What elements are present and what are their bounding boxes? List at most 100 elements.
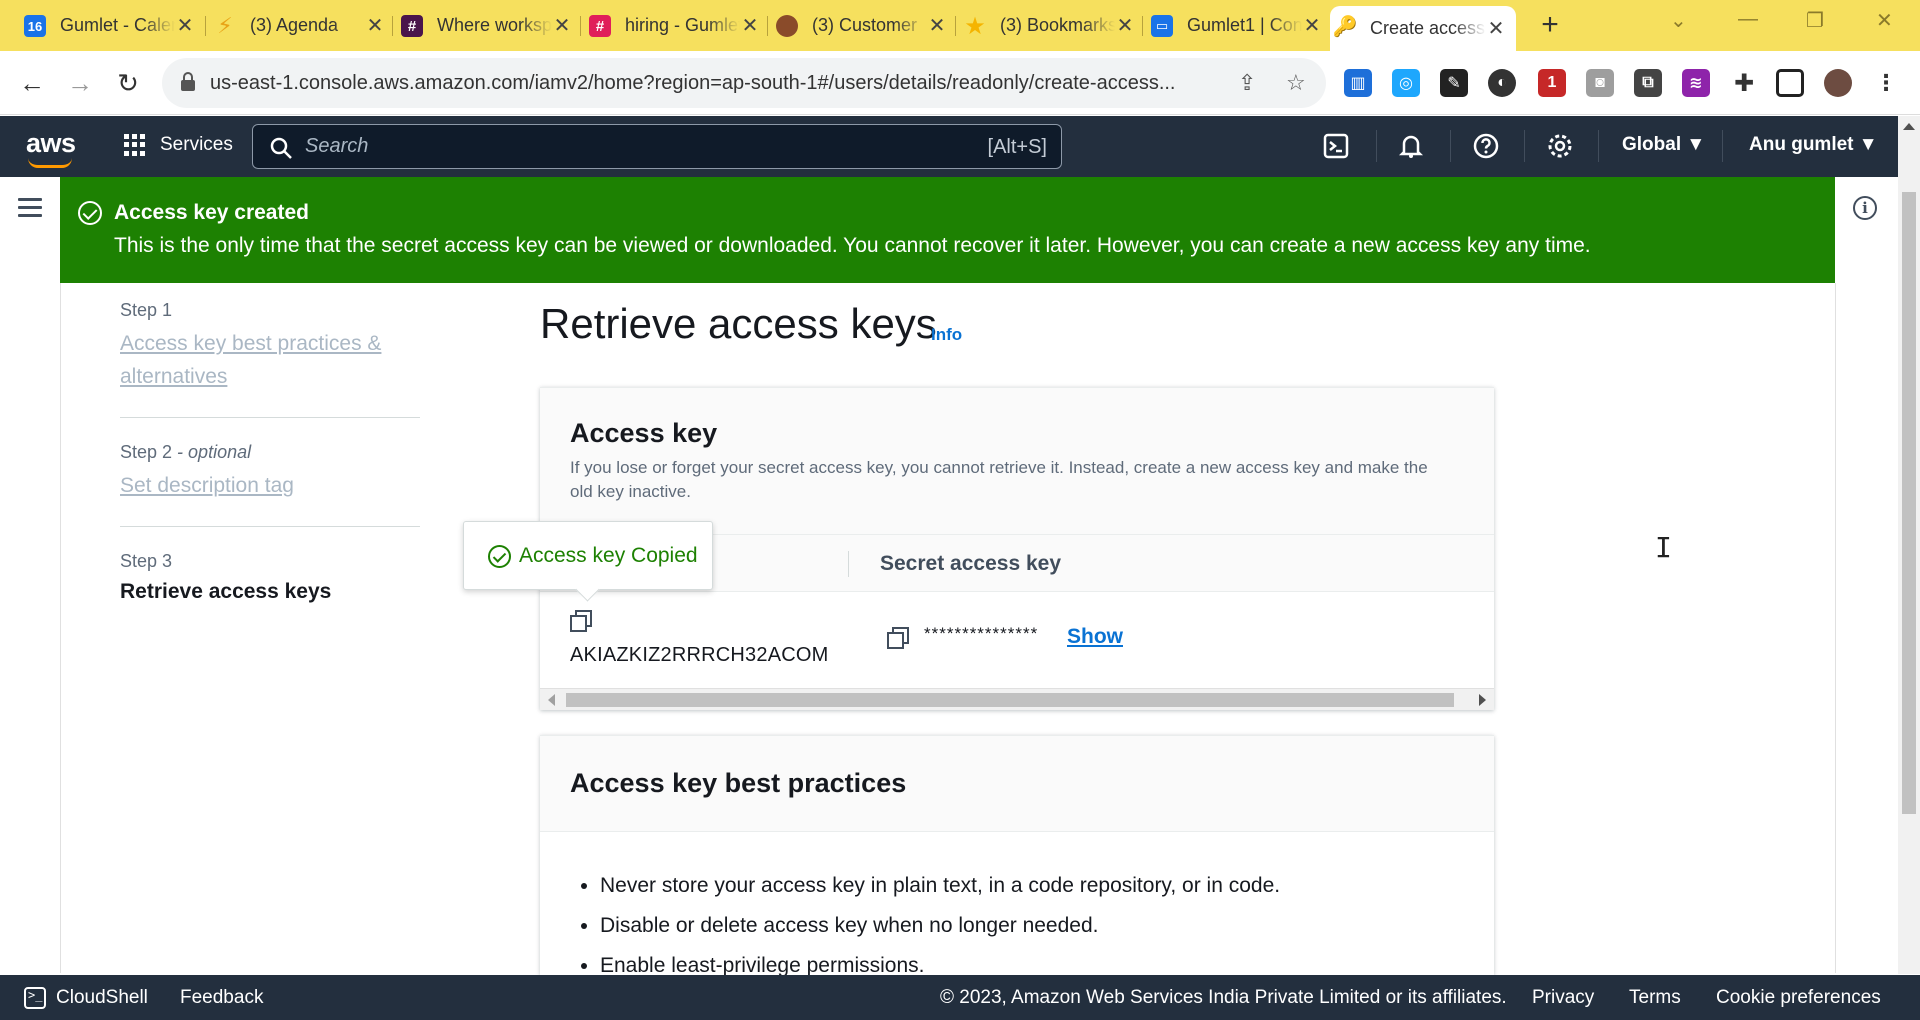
forward-icon[interactable]: → bbox=[64, 67, 96, 99]
step-label: Step 1 bbox=[120, 300, 173, 320]
text-cursor: I bbox=[1655, 531, 1672, 564]
success-flash-banner: Access key created This is the only time… bbox=[60, 177, 1835, 283]
column-header-secret: Secret access key bbox=[880, 552, 1061, 575]
close-icon[interactable]: ✕ bbox=[1115, 13, 1135, 38]
avatar-icon bbox=[776, 15, 798, 37]
show-secret-link[interactable]: Show bbox=[1067, 625, 1123, 649]
address-bar[interactable]: us-east-1.console.aws.amazon.com/iamv2/h… bbox=[162, 58, 1326, 108]
close-icon[interactable]: ✕ bbox=[365, 13, 385, 38]
menu-kebab-icon[interactable]: ⋮ bbox=[1872, 69, 1900, 97]
copyright-text: © 2023, Amazon Web Services India Privat… bbox=[940, 987, 1507, 1008]
step-2-link[interactable]: Set description tag bbox=[120, 469, 420, 502]
close-icon[interactable]: ✕ bbox=[175, 13, 195, 38]
search-shortcut: [Alt+S] bbox=[987, 136, 1047, 158]
new-tab-button[interactable]: + bbox=[1538, 8, 1562, 42]
check-circle-icon bbox=[78, 201, 102, 225]
terms-link[interactable]: Terms bbox=[1629, 987, 1681, 1009]
grid-icon bbox=[124, 134, 146, 156]
copy-icon[interactable] bbox=[887, 627, 909, 649]
tab-title: (3) Bookmarks bbox=[1000, 14, 1115, 35]
reload-icon[interactable]: ↻ bbox=[112, 67, 144, 99]
region-selector[interactable]: Global ▼ bbox=[1622, 134, 1705, 156]
tab-title: Create access key bbox=[1370, 18, 1486, 38]
step-label: Step 2 - optional bbox=[120, 442, 252, 462]
flash-title: Access key created bbox=[114, 201, 309, 224]
browser-tab[interactable]: # Where workspace ✕ bbox=[397, 6, 582, 44]
extension-icon[interactable]: ✎ bbox=[1440, 69, 1468, 97]
help-icon[interactable] bbox=[1472, 132, 1500, 160]
search-input[interactable]: Search [Alt+S] bbox=[252, 124, 1062, 169]
browser-tab[interactable]: ▭ Gumlet1 | Console ✕ bbox=[1147, 6, 1332, 44]
browser-tab[interactable]: ⚡ (3) Agenda ✕ bbox=[210, 6, 395, 44]
extension-icon[interactable]: ≋ bbox=[1682, 69, 1710, 97]
browser-tab-active[interactable]: 🔑 Create access key ✕ bbox=[1330, 6, 1516, 51]
chat-icon: ▭ bbox=[1151, 15, 1173, 37]
divider bbox=[60, 283, 61, 973]
browser-tab[interactable]: 16 Gumlet - Calendar ✕ bbox=[20, 6, 205, 44]
cloudshell-icon[interactable] bbox=[24, 987, 46, 1009]
close-icon[interactable]: ✕ bbox=[1302, 13, 1322, 38]
services-label: Services bbox=[160, 134, 233, 155]
extension-icon[interactable]: ▥ bbox=[1344, 69, 1372, 97]
aws-logo[interactable]: aws bbox=[26, 128, 76, 159]
best-practices-card: Access key best practices Never store yo… bbox=[540, 735, 1494, 977]
puzzle-icon[interactable]: ✚ bbox=[1730, 69, 1758, 97]
extension-icon[interactable]: ⧉ bbox=[1634, 69, 1662, 97]
browser-tab[interactable]: ★ (3) Bookmarks ✕ bbox=[960, 6, 1145, 44]
tab-title: Gumlet - Calendar bbox=[60, 14, 175, 35]
feedback-button[interactable]: Feedback bbox=[180, 987, 263, 1009]
bookmark-star-icon[interactable]: ☆ bbox=[1286, 70, 1306, 96]
gear-icon[interactable] bbox=[1546, 132, 1574, 160]
privacy-link[interactable]: Privacy bbox=[1532, 987, 1594, 1009]
camera-icon[interactable]: ◙ bbox=[1586, 69, 1614, 97]
slack-icon: # bbox=[589, 15, 611, 37]
aws-top-nav: aws Services Search [Alt+S] Global ▼ Anu… bbox=[0, 116, 1898, 177]
page-scrollbar[interactable] bbox=[1898, 116, 1920, 974]
copy-icon[interactable] bbox=[570, 610, 592, 632]
close-icon[interactable]: ✕ bbox=[740, 13, 760, 38]
profile-avatar[interactable] bbox=[1824, 69, 1852, 97]
close-icon[interactable]: ✕ bbox=[927, 13, 947, 38]
copied-popover: Access key Copied bbox=[463, 521, 713, 590]
popover-text: Access key Copied bbox=[519, 544, 698, 567]
tab-title: Where workspace bbox=[437, 14, 552, 35]
services-menu-button[interactable]: Services bbox=[124, 134, 233, 156]
browser-tab[interactable]: (3) Customer ✕ bbox=[772, 6, 957, 44]
cookie-preferences-link[interactable]: Cookie preferences bbox=[1716, 987, 1881, 1009]
tab-search-icon[interactable]: ⌄ bbox=[1670, 8, 1687, 33]
search-icon bbox=[270, 137, 292, 159]
restore-icon[interactable]: ❐ bbox=[1806, 8, 1824, 33]
key-icon: 🔑 bbox=[1332, 15, 1358, 38]
tab-title: (3) Agenda bbox=[250, 14, 339, 35]
side-panel-icon[interactable] bbox=[1776, 69, 1804, 97]
extension-icon[interactable]: ◎ bbox=[1392, 69, 1420, 97]
aws-smile-logo bbox=[28, 158, 72, 168]
side-nav-toggle[interactable] bbox=[18, 198, 42, 218]
cloudshell-button[interactable]: CloudShell bbox=[56, 987, 148, 1009]
tab-title: Gumlet1 | Console bbox=[1187, 14, 1302, 35]
cloudshell-icon[interactable] bbox=[1322, 132, 1350, 160]
tab-title: (3) Customer bbox=[812, 14, 918, 35]
extension-icon[interactable]: 1 bbox=[1538, 69, 1566, 97]
account-menu[interactable]: Anu gumlet ▼ bbox=[1749, 134, 1878, 156]
extension-icon[interactable]: ◐ bbox=[1488, 69, 1516, 97]
bolt-icon: ⚡ bbox=[217, 13, 233, 38]
secret-key-masked: *************** bbox=[924, 624, 1039, 643]
page-title: Retrieve access keys bbox=[540, 300, 937, 347]
minimize-icon[interactable]: — bbox=[1738, 8, 1758, 31]
close-icon[interactable]: ✕ bbox=[552, 13, 572, 38]
lock-icon[interactable] bbox=[180, 72, 196, 92]
window-close-icon[interactable]: ✕ bbox=[1876, 8, 1893, 33]
step-1-link[interactable]: Access key best practices & alternatives bbox=[120, 327, 420, 393]
bell-icon[interactable] bbox=[1397, 132, 1425, 160]
info-panel-icon[interactable]: i bbox=[1853, 196, 1877, 220]
close-icon[interactable]: ✕ bbox=[1486, 16, 1506, 41]
star-icon: ★ bbox=[964, 12, 986, 40]
url-text: us-east-1.console.aws.amazon.com/iamv2/h… bbox=[210, 71, 1176, 94]
access-key-id: AKIAZKIZ2RRRCH32ACOM bbox=[570, 644, 829, 666]
horizontal-scrollbar[interactable] bbox=[540, 688, 1494, 710]
browser-tab[interactable]: # hiring - Gumlet ✕ bbox=[585, 6, 770, 44]
back-icon[interactable]: ← bbox=[16, 67, 48, 99]
info-link[interactable]: Info bbox=[931, 325, 962, 345]
share-icon[interactable]: ⇪ bbox=[1238, 70, 1256, 96]
